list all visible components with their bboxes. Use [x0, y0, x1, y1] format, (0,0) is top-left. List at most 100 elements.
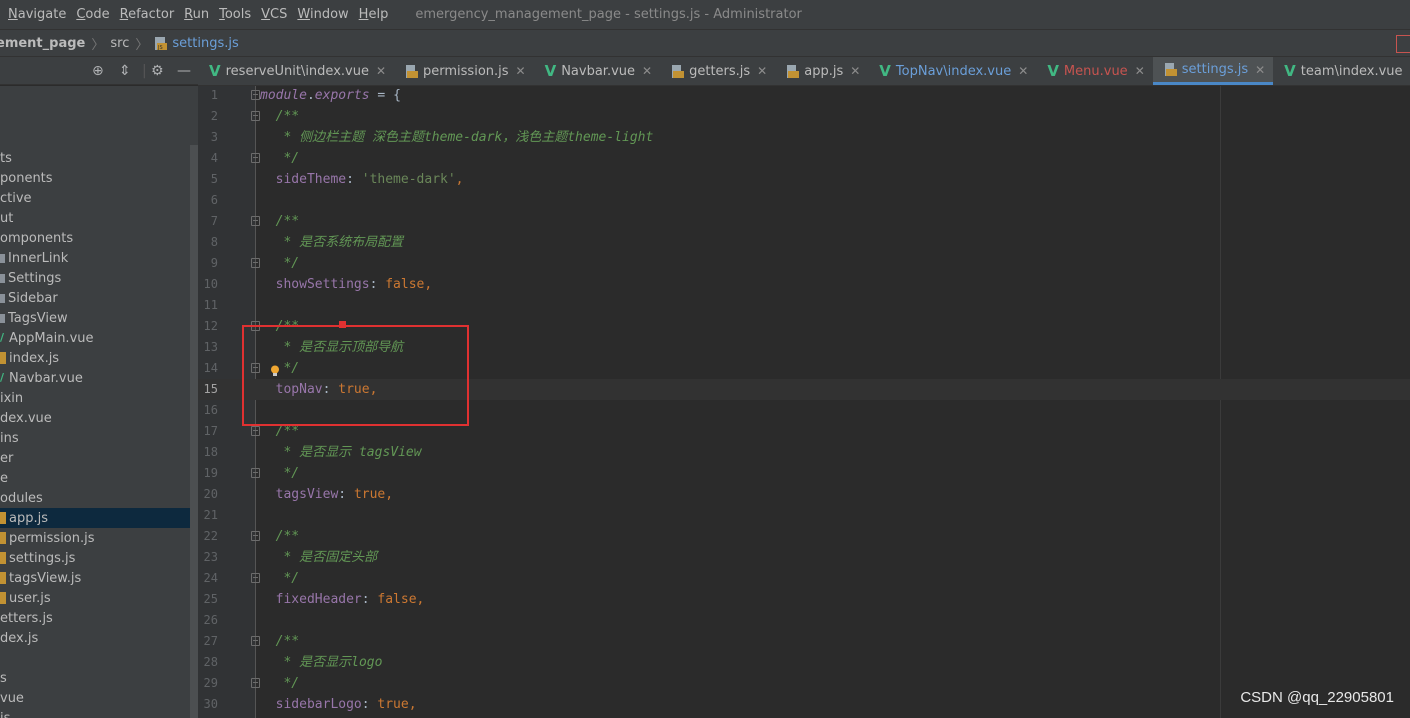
fold-marker-icon[interactable]	[251, 426, 260, 436]
code-line[interactable]: 10 showSettings: false,	[198, 274, 1410, 295]
fold-marker-icon[interactable]	[251, 153, 260, 163]
editor-tab[interactable]: V Navbar.vue ✕	[534, 57, 661, 85]
tree-item[interactable]: TagsView	[0, 308, 190, 328]
tree-item[interactable]: dex.vue	[0, 408, 190, 428]
tree-item[interactable]: ut	[0, 208, 190, 228]
tree-item[interactable]: permission.js	[0, 528, 190, 548]
tree-item[interactable]: ts	[0, 148, 190, 168]
breadcrumb-project[interactable]: ement_page	[0, 36, 85, 51]
code-line[interactable]: 8 * 是否系统布局配置	[198, 232, 1410, 253]
tree-item[interactable]: er	[0, 448, 190, 468]
menu-run[interactable]: Run	[179, 7, 214, 22]
locate-icon[interactable]: ⊕	[92, 63, 104, 79]
tree-item[interactable]: omponents	[0, 228, 190, 248]
tree-item[interactable]: app.js	[0, 508, 190, 528]
close-icon[interactable]: ✕	[516, 64, 526, 78]
fold-marker-icon[interactable]	[251, 258, 260, 268]
code-line[interactable]: 6	[198, 190, 1410, 211]
close-icon[interactable]: ✕	[757, 64, 767, 78]
menu-window[interactable]: Window	[292, 7, 353, 22]
hide-icon[interactable]: —	[177, 63, 191, 79]
close-icon[interactable]: ✕	[1255, 63, 1265, 77]
editor-tab[interactable]: app.js ✕	[775, 57, 868, 85]
code-line[interactable]: 25 fixedHeader: false,	[198, 589, 1410, 610]
code-line[interactable]: 4 */	[198, 148, 1410, 169]
code-line[interactable]: 19 */	[198, 463, 1410, 484]
code-line[interactable]: 11	[198, 295, 1410, 316]
code-line[interactable]: 22 /**	[198, 526, 1410, 547]
menu-code[interactable]: Code	[71, 7, 114, 22]
fold-marker-icon[interactable]	[251, 216, 260, 226]
notification-button[interactable]	[1396, 35, 1410, 53]
fold-marker-icon[interactable]	[251, 678, 260, 688]
gear-icon[interactable]: ⚙	[151, 63, 164, 79]
breadcrumb-folder[interactable]: src	[110, 36, 129, 51]
tree-item[interactable]: Settings	[0, 268, 190, 288]
tree-item[interactable]: / AppMain.vue	[0, 328, 190, 348]
code-line[interactable]: 9 */	[198, 253, 1410, 274]
tree-item[interactable]: vue	[0, 688, 190, 708]
tree-scrollbar[interactable]	[190, 145, 198, 718]
code-line[interactable]: 3 * 侧边栏主题 深色主题theme-dark，浅色主题theme-light	[198, 127, 1410, 148]
close-icon[interactable]: ✕	[1018, 64, 1028, 78]
fold-marker-icon[interactable]	[251, 111, 260, 121]
close-icon[interactable]: ✕	[376, 64, 386, 78]
fold-marker-icon[interactable]	[251, 573, 260, 583]
editor-tab[interactable]: V TopNav\index.vue ✕	[868, 57, 1036, 85]
collapse-all-icon[interactable]: ⇕	[119, 63, 131, 79]
tree-item[interactable]: user.js	[0, 588, 190, 608]
tree-item[interactable]: settings.js	[0, 548, 190, 568]
tree-item[interactable]: / Navbar.vue	[0, 368, 190, 388]
code-line[interactable]: 24 */	[198, 568, 1410, 589]
editor-tab[interactable]: V Menu.vue ✕	[1036, 57, 1152, 85]
code-token: module	[260, 88, 307, 103]
menu-tools[interactable]: Tools	[214, 7, 256, 22]
tree-item[interactable]: etters.js	[0, 608, 190, 628]
code-line[interactable]: 30 sidebarLogo: true,	[198, 694, 1410, 715]
code-line[interactable]: 21	[198, 505, 1410, 526]
code-line[interactable]: 5 sideTheme: 'theme-dark',	[198, 169, 1410, 190]
tree-item[interactable]: is	[0, 708, 190, 718]
fold-marker-icon[interactable]	[251, 636, 260, 646]
tree-item[interactable]: tagsView.js	[0, 568, 190, 588]
breadcrumb-file-item[interactable]: JS settings.js	[154, 36, 239, 51]
code-line[interactable]: 27 /**	[198, 631, 1410, 652]
code-line[interactable]: 26	[198, 610, 1410, 631]
close-icon[interactable]: ✕	[850, 64, 860, 78]
editor-tab[interactable]: settings.js ✕	[1152, 57, 1274, 85]
menu-vcs[interactable]: VCS	[256, 7, 292, 22]
tree-item[interactable]: Sidebar	[0, 288, 190, 308]
code-line[interactable]: 2 /**	[198, 106, 1410, 127]
code-line[interactable]: 1 module.exports = {	[198, 85, 1410, 106]
code-line[interactable]: 20 tagsView: true,	[198, 484, 1410, 505]
tree-item[interactable]: ins	[0, 428, 190, 448]
fold-marker-icon[interactable]	[251, 531, 260, 541]
menu-help[interactable]: Help	[354, 7, 394, 22]
close-icon[interactable]: ✕	[1135, 64, 1145, 78]
code-line[interactable]: 23 * 是否固定头部	[198, 547, 1410, 568]
tree-item[interactable]: ponents	[0, 168, 190, 188]
tree-item[interactable]: dex.js	[0, 628, 190, 648]
tree-item[interactable]: odules	[0, 488, 190, 508]
editor-tab[interactable]: Vteam\index.vue✕	[1273, 57, 1410, 85]
fold-marker-icon[interactable]	[251, 90, 260, 100]
tree-item[interactable]: s	[0, 668, 190, 688]
menu-refactor[interactable]: Refactor	[115, 7, 180, 22]
js-file-icon	[0, 572, 6, 584]
editor-tab[interactable]: VreserveUnit\index.vue ✕	[198, 57, 394, 85]
tree-item[interactable]: ixin	[0, 388, 190, 408]
fold-marker-icon[interactable]	[251, 468, 260, 478]
menu-navigate[interactable]: Navigate	[0, 7, 71, 22]
editor-tab[interactable]: getters.js ✕	[660, 57, 775, 85]
code-line[interactable]: 29 */	[198, 673, 1410, 694]
tree-item[interactable]: e	[0, 468, 190, 488]
code-line[interactable]: 18 * 是否显示 tagsView	[198, 442, 1410, 463]
tree-item[interactable]	[0, 648, 190, 668]
code-line[interactable]: 7 /**	[198, 211, 1410, 232]
tree-item[interactable]: index.js	[0, 348, 190, 368]
editor-tab[interactable]: permission.js ✕	[394, 57, 534, 85]
close-icon[interactable]: ✕	[642, 64, 652, 78]
tree-item[interactable]: ctive	[0, 188, 190, 208]
tree-item[interactable]: InnerLink	[0, 248, 190, 268]
code-line[interactable]: 28 * 是否显示logo	[198, 652, 1410, 673]
